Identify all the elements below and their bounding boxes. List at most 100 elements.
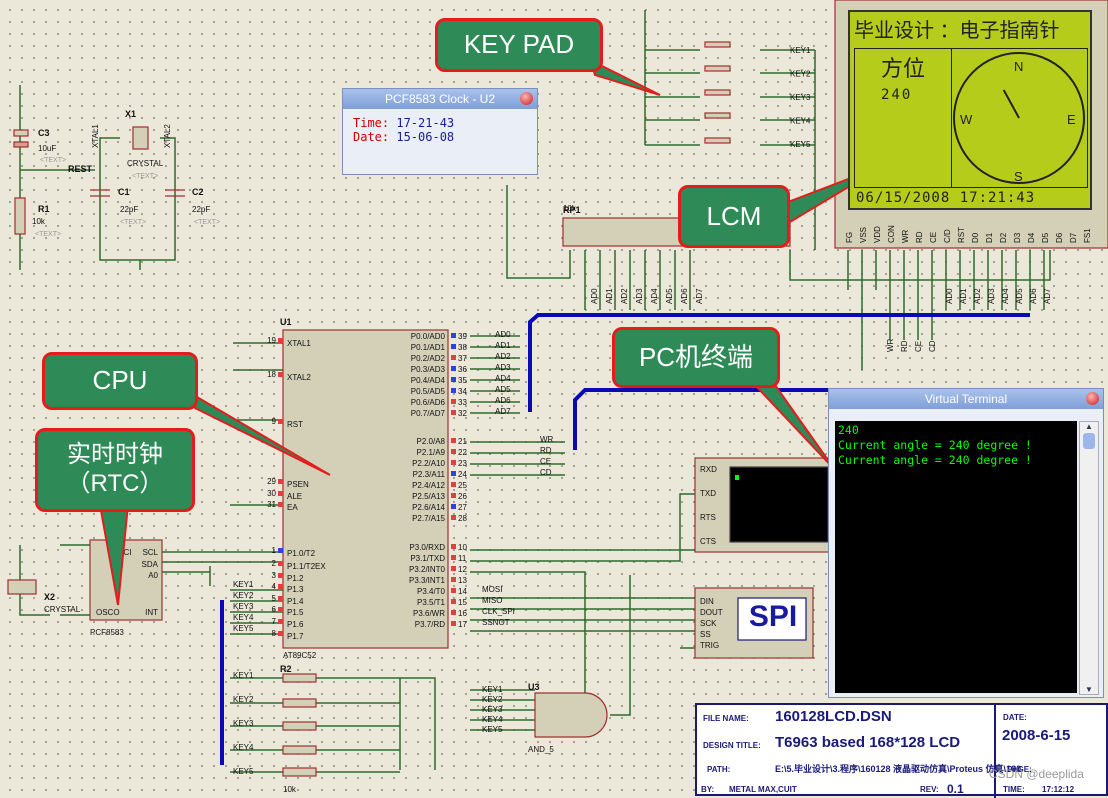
u1-pin-label: P1.3 [287,585,304,594]
u1-pin-number: 31 [267,500,276,509]
u1-pin-number: 25 [458,481,467,490]
and-gate-u3 [534,692,608,738]
lcd-pin-label: D1 [985,232,994,243]
callout-lcm: LCM [678,185,790,248]
c3-value: 10uF [38,144,56,153]
key-net-label: KEY5 [790,140,811,149]
virtual-terminal-window[interactable]: Virtual Terminal 240 Current angle = 240… [828,388,1104,698]
key-net-label: KEY4 [482,715,503,724]
pin-state-marker [451,544,456,549]
pin-state-marker [451,449,456,454]
u1-pin-number: 34 [458,387,467,396]
net-label: MISO [482,596,502,605]
key-net-label: KEY5 [482,725,503,734]
pcf8583-clock-window[interactable]: PCF8583 Clock - U2 Time: 17-21-43 Date: … [342,88,538,175]
key-net-label: KEY2 [482,695,503,704]
u1-pin-number: 26 [458,492,467,501]
rest-net-label: REST [68,164,93,174]
u1-pin-label: PSEN [287,480,309,489]
lcd-pin-label: RD [915,231,924,243]
u1-pin-label: P3.1/TXD [410,554,445,563]
scroll-down-icon[interactable]: ▼ [1080,685,1098,694]
u2-part: PCF8583 [90,628,124,637]
time-label: Time: [353,116,390,130]
text-placeholder: <TEXT> [120,219,146,226]
u1-pin-label: P0.5/AD5 [411,387,446,396]
spi-label: SPI [748,600,798,633]
u1-pin-label: P2.2/A10 [412,459,445,468]
key-net-label: KEY2 [233,591,254,600]
close-icon[interactable] [520,92,533,105]
scroll-thumb[interactable] [1083,433,1095,449]
serial-pin: RXD [700,465,717,474]
pin-state-marker [278,619,283,624]
u1-pin-label: P0.0/AD0 [411,332,446,341]
text-placeholder: <TEXT> [194,219,220,226]
bus-label: AD3 [635,288,644,304]
u1-pin-label: P2.7/A15 [412,514,445,523]
u1-pin-label: P0.4/AD4 [411,376,446,385]
u1-pin-label: XTAL1 [287,339,311,348]
pin-state-marker [451,566,456,571]
u1-pin-number: 17 [458,620,467,629]
watermark: CSDN @deeplida [989,767,1084,781]
pin-state-marker [278,584,283,589]
serial-pin: CTS [700,537,716,546]
u3-part: AND_5 [528,745,554,754]
u1-pin-number: 29 [267,477,276,486]
net-label: AD3 [495,363,511,372]
u1-pin-label: P3.5/T1 [417,598,446,607]
u1-pin-label: XTAL2 [287,373,311,382]
pin-state-marker [451,504,456,509]
u1-pin-number: 16 [458,609,467,618]
key-net-label: KEY1 [233,580,254,589]
pin-state-marker [278,338,283,343]
by-label: BY: [701,785,715,794]
u1-pin-number: 9 [272,417,277,426]
net-label: CE [540,457,551,466]
lcd-screen: 毕业设计 ：电子指南针 方位 240 N E S W 06/15/2008 17… [848,10,1092,210]
spi-pin: SCK [700,619,717,628]
u1-pin-label: P0.7/AD7 [411,409,446,418]
rev-label: REV: [920,785,939,794]
lcd-pin-label: D5 [1041,232,1050,243]
u2-pin: INT [145,608,158,617]
terminal-output[interactable]: 240 Current angle = 240 degree ! Current… [835,421,1077,693]
pin-state-marker [451,460,456,465]
ctrl-label: CE [914,341,923,352]
u1-pin-number: 19 [267,336,276,345]
lcd-pin-label: FS1 [1083,228,1092,243]
c2-ref: C2 [192,187,204,197]
u1-pin-number: 18 [267,370,276,379]
u1-pin-label: P1.1/T2EX [287,562,326,571]
lcd-pin-label: C/D [943,229,952,243]
pin-state-marker [451,399,456,404]
u1-pin-label: P1.4 [287,597,304,606]
serial-terminal-screen [729,466,829,543]
u1-pin-label: P2.3/A11 [413,470,446,479]
close-icon[interactable] [1086,392,1099,405]
u1-pin-number: 11 [458,554,467,563]
terminal-line: 240 [838,423,859,437]
u1-pin-number: 33 [458,398,467,407]
u1-pin-number: 2 [272,559,277,568]
bus-label: AD1 [605,288,614,304]
u1-pin-label: P0.3/AD3 [411,365,446,374]
net-label: AD6 [495,396,511,405]
scroll-up-icon[interactable]: ▲ [1080,422,1098,431]
u1-pin-number: 7 [272,617,277,626]
terminal-line: Current angle = 240 degree ! [838,438,1032,452]
serial-cursor [735,475,739,480]
design-title-label: DESIGN TITLE: [703,741,761,750]
lcd-pin-label: FG [845,232,854,243]
terminal-scrollbar[interactable]: ▲ ▼ [1079,421,1099,695]
bus-label: AD7 [695,288,704,304]
pin-state-marker [451,377,456,382]
compass-w: W [960,112,973,127]
callout-cpu: CPU [42,352,198,410]
pin-state-marker [451,555,456,560]
pin-state-marker [278,419,283,424]
u1-pin-number: 14 [458,587,467,596]
u3-ref: U3 [528,682,540,692]
u2-pin: OSCO [96,608,120,617]
